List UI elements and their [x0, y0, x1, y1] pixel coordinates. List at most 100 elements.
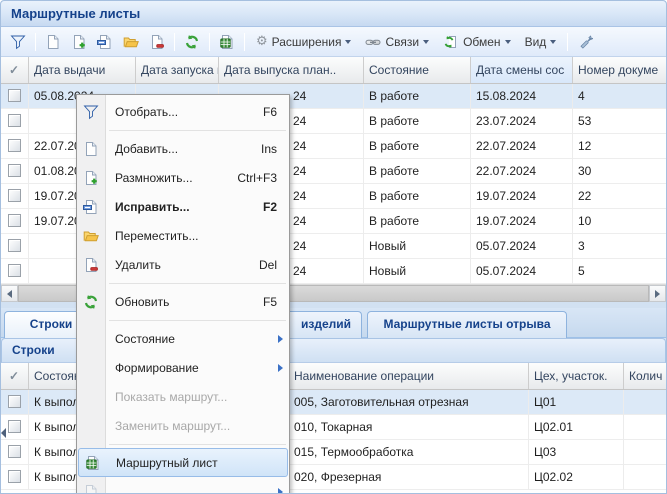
cell-state: Новый [364, 259, 471, 284]
row-checkbox[interactable] [8, 114, 21, 127]
menu-item-edit[interactable]: Исправить... F2 [77, 192, 289, 221]
menu-item-forming[interactable]: Формирование [77, 353, 289, 382]
column-header-state-change-date[interactable]: Дата смены сос [471, 57, 573, 83]
cell-state-change-date: 05.07.2024 [471, 259, 573, 284]
chevron-down-icon [345, 40, 351, 44]
excel-export-button[interactable] [215, 30, 239, 54]
menu-separator [77, 279, 289, 287]
links-menu-button[interactable]: Связи [359, 30, 435, 54]
tab-marshrutnye-listy-otryva[interactable]: Маршрутные листы отрыва [367, 311, 567, 338]
menu-item-move[interactable]: Переместить... [77, 221, 289, 250]
exchange-menu-button[interactable]: Обмен [437, 30, 517, 54]
move-folder-icon [123, 34, 139, 50]
cell-state-change-date: 19.07.2024 [471, 184, 573, 209]
view-menu-button[interactable]: Вид [519, 30, 563, 54]
menu-item-add[interactable]: Добавить... Ins [77, 134, 289, 163]
column-header-doc-number[interactable]: Номер докуме [573, 57, 666, 83]
chevron-down-icon [505, 40, 511, 44]
row-checkbox[interactable] [8, 239, 21, 252]
column-header-plan-release-date[interactable]: Дата выпуска план.. [219, 57, 364, 83]
extensions-menu-button[interactable]: ⚙ Расширения [250, 30, 357, 54]
menu-item-label: Маршрутный лист [116, 456, 218, 470]
column-header-check[interactable]: ✓ [1, 363, 29, 389]
copy-document-icon [83, 170, 99, 186]
cell-shop: Ц02.01 [529, 415, 624, 440]
menu-item-shortcut: Ctrl+F3 [237, 171, 289, 185]
scroll-right-button[interactable] [649, 285, 666, 302]
add-button[interactable] [41, 30, 65, 54]
row-checkbox[interactable] [8, 420, 21, 433]
cell-quantity [624, 465, 666, 490]
menu-item-shortcut: F5 [263, 295, 289, 309]
filter-button[interactable] [6, 30, 30, 54]
menu-item-replace-route[interactable]: Заменить маршрут... [77, 411, 289, 440]
column-header-operation[interactable]: Наименование операции [289, 363, 529, 389]
window-title: Маршрутные листы [11, 6, 140, 21]
toolbar-separator [244, 33, 245, 51]
column-header-quantity[interactable]: Колич [624, 363, 666, 389]
extensions-label: Расширения [272, 35, 342, 49]
cell-operation: 015, Термообработка [289, 440, 529, 465]
menu-item-route-sheet-report[interactable]: Маршрутный лист [78, 448, 288, 477]
menu-item-filter[interactable]: Отобрать... F6 [77, 97, 289, 126]
toolbar: ⚙ Расширения Связи Обмен Вид [1, 27, 666, 57]
menu-item-label: Заменить маршрут... [115, 419, 230, 433]
edit-button[interactable] [93, 30, 117, 54]
cell-state-change-date: 23.07.2024 [471, 109, 573, 134]
menu-item-state[interactable]: Состояние [77, 324, 289, 353]
new-document-icon [83, 141, 99, 157]
menu-item-partial[interactable] [77, 477, 289, 494]
arrow-left-icon [1, 428, 6, 438]
edit-document-icon [97, 34, 113, 50]
column-header-issue-date[interactable]: Дата выдачи [29, 57, 136, 83]
row-checkbox[interactable] [8, 445, 21, 458]
menu-item-label: Отобрать... [115, 105, 178, 119]
row-checkbox[interactable] [8, 214, 21, 227]
menu-item-shortcut: Del [259, 258, 289, 272]
submenu-arrow-icon [278, 488, 283, 494]
row-checkbox[interactable] [8, 189, 21, 202]
row-checkbox[interactable] [8, 470, 21, 483]
extensions-gear-icon: ⚙ [256, 34, 268, 50]
row-checkbox[interactable] [8, 264, 21, 277]
cell-operation: 010, Токарная [289, 415, 529, 440]
column-header-shop[interactable]: Цех, участок. [529, 363, 624, 389]
menu-item-shortcut: F6 [263, 105, 289, 119]
wrench-settings-icon [577, 34, 593, 50]
row-checkbox[interactable] [8, 89, 21, 102]
row-checkbox[interactable] [8, 164, 21, 177]
cell-state-change-date: 19.07.2024 [471, 209, 573, 234]
arrow-left-icon [7, 290, 12, 298]
delete-document-icon [83, 257, 99, 273]
cell-state: В работе [364, 184, 471, 209]
cell-doc-number: 3 [573, 234, 666, 259]
column-header-check[interactable]: ✓ [1, 57, 29, 83]
cell-shop: Ц01 [529, 390, 624, 415]
settings-button[interactable] [573, 30, 597, 54]
refresh-icon [83, 294, 99, 310]
scroll-left-button[interactable] [1, 285, 18, 302]
row-checkbox[interactable] [8, 139, 21, 152]
exchange-label: Обмен [463, 35, 501, 49]
refresh-button[interactable] [180, 30, 204, 54]
duplicate-button[interactable] [67, 30, 91, 54]
collapse-panel-arrow[interactable] [1, 425, 7, 441]
column-header-launch-date[interactable]: Дата запуска пл [136, 57, 219, 83]
move-button[interactable] [119, 30, 143, 54]
cell-state: В работе [364, 84, 471, 109]
delete-button[interactable] [145, 30, 169, 54]
menu-item-show-route[interactable]: Показать маршрут... [77, 382, 289, 411]
menu-item-delete[interactable]: Удалить Del [77, 250, 289, 279]
menu-item-shortcut: F2 [263, 200, 289, 214]
cell-state-change-date: 22.07.2024 [471, 134, 573, 159]
copy-document-icon [71, 34, 87, 50]
column-header-state[interactable]: Состояние [364, 57, 471, 83]
menu-item-label: Удалить [115, 258, 161, 272]
cell-state: В работе [364, 209, 471, 234]
menu-item-label: Добавить... [115, 142, 178, 156]
menu-item-duplicate[interactable]: Размножить... Ctrl+F3 [77, 163, 289, 192]
exchange-icon [443, 34, 459, 50]
row-checkbox[interactable] [8, 395, 21, 408]
filter-icon [10, 34, 26, 50]
menu-item-refresh[interactable]: Обновить F5 [77, 287, 289, 316]
